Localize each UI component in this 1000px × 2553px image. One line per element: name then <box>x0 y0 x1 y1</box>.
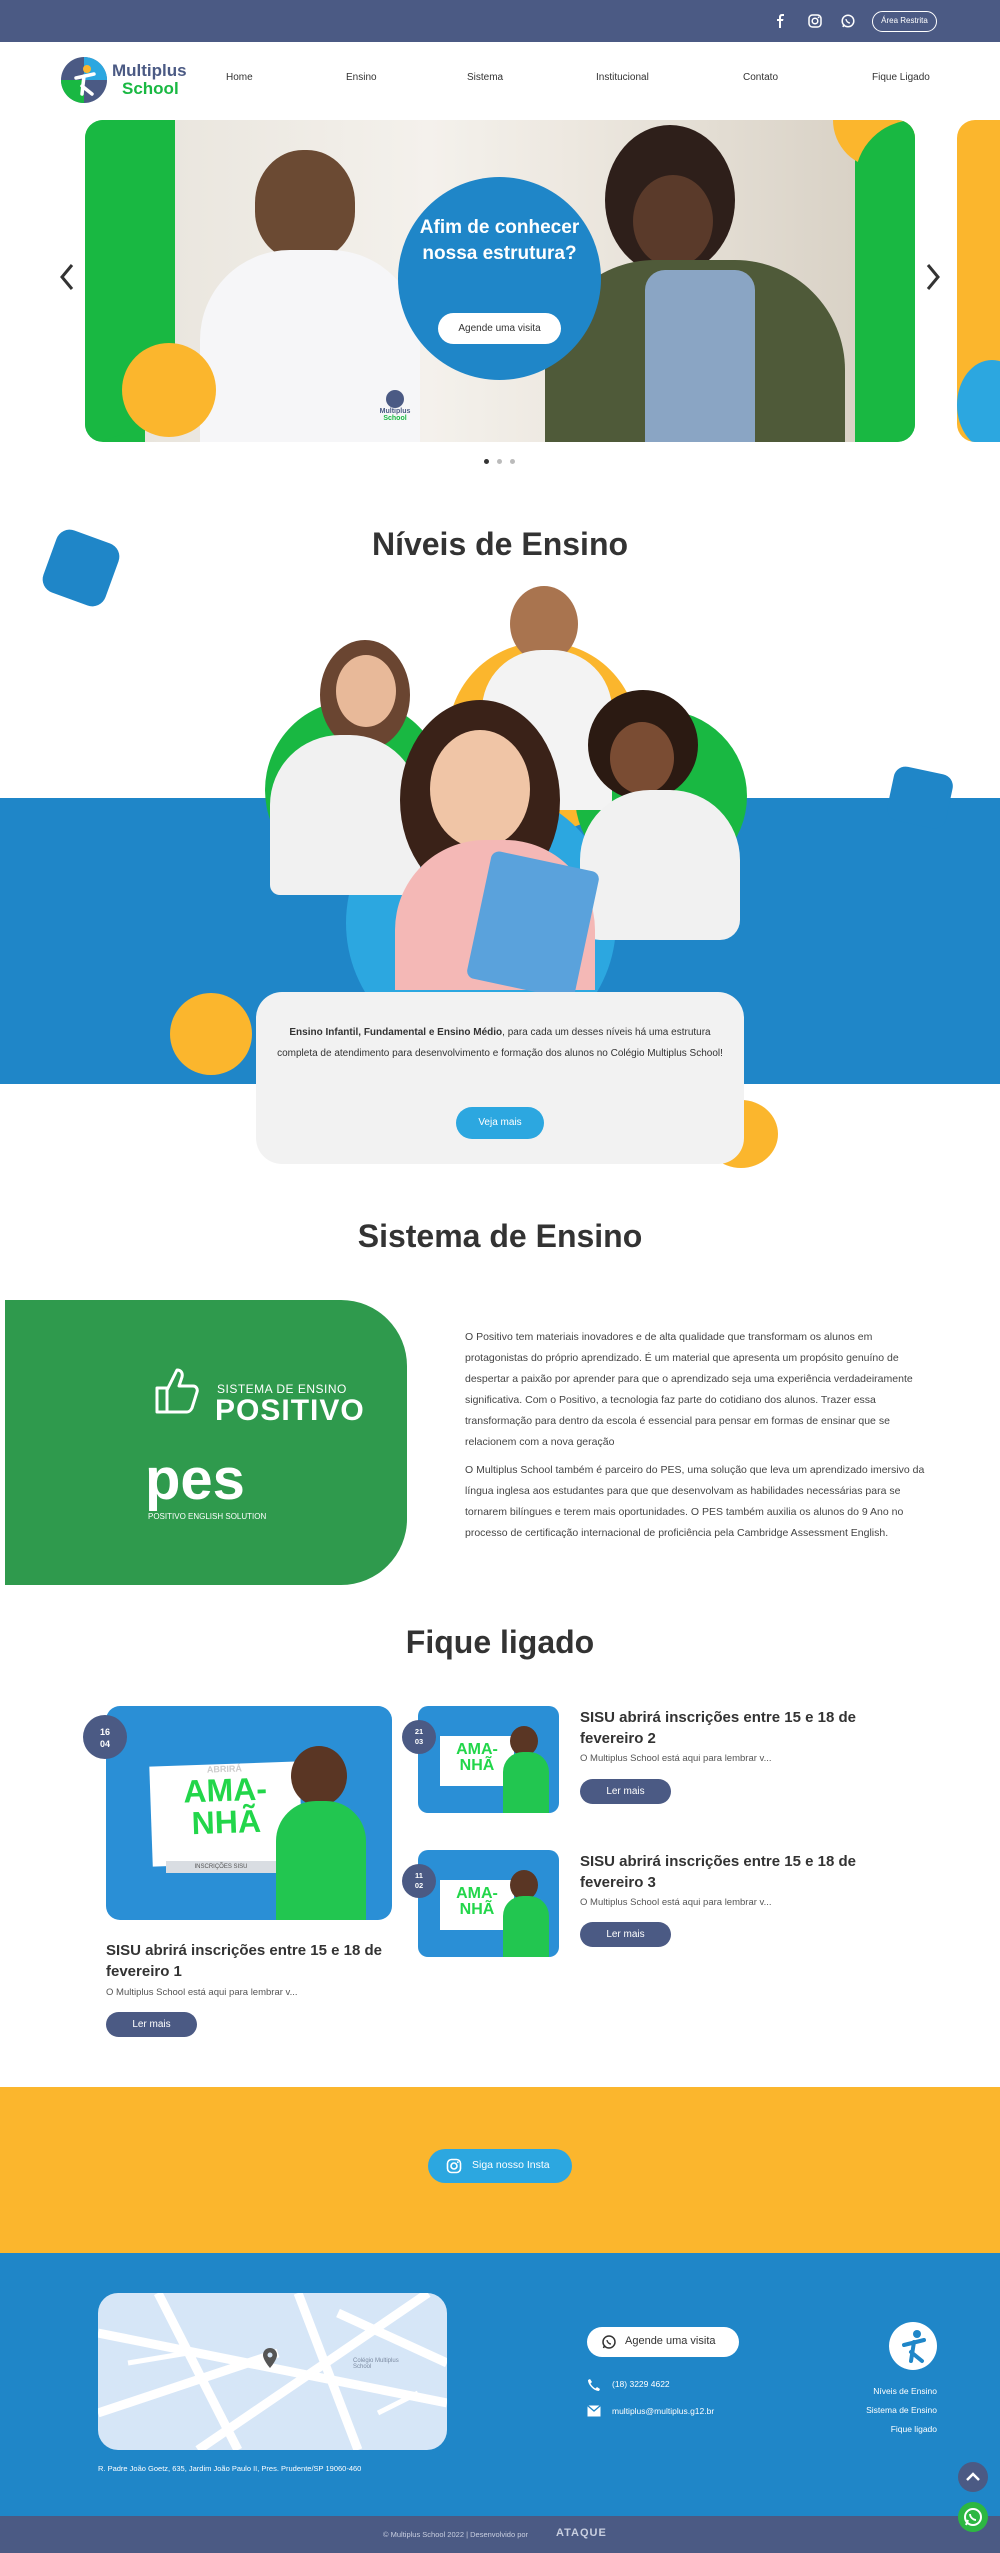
logo-mark-icon <box>61 57 107 103</box>
news-3-title[interactable]: SISU abrirá inscrições entre 15 e 18 de … <box>580 1851 880 1893</box>
thumb-boy-shirt <box>276 1801 366 1920</box>
news-1-date: 16 04 <box>83 1715 127 1759</box>
footer: Colégio Multiplus School R. Padre João G… <box>0 2253 1000 2516</box>
hero-slide: Multiplus School Afim de conhecer nossa … <box>85 120 915 442</box>
footer-link-niveis[interactable]: Níveis de Ensino <box>830 2386 937 2396</box>
decor-yellow-circle-left <box>170 993 252 1075</box>
carousel-dot-3[interactable] <box>510 459 515 464</box>
nav-item-home[interactable]: Home <box>226 72 253 83</box>
footer-phone[interactable]: (18) 3229 4622 <box>612 2379 670 2389</box>
sistema-title: Sistema de Ensino <box>357 1218 643 1254</box>
news-1-image[interactable]: ABRIRÁ AMA- NHÃ INSCRIÇÕES SISU <box>106 1706 392 1920</box>
thumbs-up-icon <box>155 1368 199 1414</box>
whatsapp-icon[interactable] <box>840 13 856 29</box>
fique-title: Fique ligado <box>405 1624 595 1660</box>
footer-logo-icon <box>889 2322 937 2370</box>
news-1-desc: O Multiplus School está aqui para lembra… <box>106 1987 298 1998</box>
brand-name-line1: Multiplus <box>112 61 187 80</box>
nav-item-contato[interactable]: Contato <box>743 72 778 83</box>
map-pin-icon <box>263 2348 277 2373</box>
news-1-title[interactable]: SISU abrirá inscrições entre 15 e 18 de … <box>106 1940 396 1982</box>
phone-icon <box>588 2379 600 2391</box>
carousel-dot-1[interactable] <box>484 459 489 464</box>
positivo-logo-big: POSITIVO <box>215 1394 365 1427</box>
top-bar: Área Restrita <box>0 0 1000 42</box>
chevron-left-icon <box>60 264 74 290</box>
hero-yellow-circle <box>122 343 216 437</box>
carousel-next-button[interactable] <box>924 262 942 292</box>
news-3-read-more[interactable]: Ler mais <box>580 1922 671 1947</box>
news-2-image[interactable]: AMA- NHÃ <box>418 1706 559 1813</box>
nav-item-sistema[interactable]: Sistema <box>467 72 503 83</box>
footer-map[interactable]: Colégio Multiplus School <box>98 2293 447 2450</box>
chevron-right-icon <box>926 264 940 290</box>
nav-item-ensino[interactable]: Ensino <box>346 72 377 83</box>
insta-follow-button[interactable]: Siga nosso Insta <box>428 2149 572 2183</box>
hero-green-right <box>855 120 915 442</box>
news-3-desc: O Multiplus School está aqui para lembra… <box>580 1897 772 1908</box>
niveis-card: Ensino Infantil, Fundamental e Ensino Mé… <box>256 992 744 1164</box>
kid-curly-shirt <box>580 790 740 940</box>
news-2-date: 21 03 <box>402 1720 436 1754</box>
footer-link-sistema[interactable]: Sistema de Ensino <box>830 2405 937 2415</box>
brand-name-line2: School <box>122 79 179 98</box>
niveis-see-more-button[interactable]: Veja mais <box>456 1107 544 1139</box>
whatsapp-icon <box>602 2335 616 2349</box>
news-2-desc: O Multiplus School está aqui para lembra… <box>580 1753 772 1764</box>
mail-icon <box>587 2405 601 2417</box>
insta-band: Siga nosso Insta <box>0 2087 1000 2253</box>
whatsapp-float-button[interactable] <box>958 2502 988 2532</box>
chevron-up-icon <box>966 2472 980 2481</box>
kid-curly-face <box>610 722 674 794</box>
shirt-logo: Multiplus School <box>375 390 415 422</box>
instagram-icon <box>446 2158 462 2174</box>
pes-logo-big: pes <box>145 1447 245 1512</box>
news-3-date: 11 02 <box>402 1864 436 1898</box>
niveis-text: Ensino Infantil, Fundamental e Ensino Mé… <box>277 1027 723 1059</box>
news-3-image[interactable]: AMA- NHÃ <box>418 1850 559 1957</box>
news-2-read-more[interactable]: Ler mais <box>580 1779 671 1804</box>
next-slide-peek <box>957 120 1000 442</box>
footer-address: R. Padre João Goetz, 635, Jardim João Pa… <box>98 2464 362 2473</box>
news-2-title[interactable]: SISU abrirá inscrições entre 15 e 18 de … <box>580 1707 880 1749</box>
pes-logo-small: POSITIVO ENGLISH SOLUTION <box>148 1512 267 1521</box>
nav-item-fique-ligado[interactable]: Fique Ligado <box>872 72 930 83</box>
map-place-label: Colégio Multiplus School <box>353 2358 399 2370</box>
brand-logo[interactable]: Multiplus School <box>60 54 190 106</box>
thumb-boy-head <box>291 1746 347 1806</box>
kid-girl-face <box>336 655 396 727</box>
scroll-top-button[interactable] <box>958 2462 988 2492</box>
developer-logo[interactable]: ATAQUE <box>556 2527 607 2539</box>
news-1-read-more[interactable]: Ler mais <box>106 2012 197 2037</box>
woman-overalls <box>645 270 755 442</box>
copyright-text: © Multiplus School 2022 | Desenvolvido p… <box>383 2530 529 2539</box>
carousel-dot-2[interactable] <box>497 459 502 464</box>
sistema-paragraph-1: O Positivo tem materiais inovadores e de… <box>465 1331 913 1448</box>
carousel-prev-button[interactable] <box>58 262 76 292</box>
nav-item-institucional[interactable]: Institucional <box>596 72 649 83</box>
footer-email[interactable]: multiplus@multiplus.g12.br <box>612 2406 714 2416</box>
footer-visit-button[interactable]: Agende uma visita <box>587 2327 739 2357</box>
hero-cta-circle: Afim de conhecer nossa estrutura? Agende… <box>398 177 601 380</box>
restricted-area-button[interactable]: Área Restrita <box>872 11 937 32</box>
hero-headline: Afim de conhecer nossa estrutura? <box>419 217 580 264</box>
sistema-paragraph-2: O Multiplus School também é parceiro do … <box>465 1464 925 1539</box>
boy-head <box>255 150 355 260</box>
main-nav: Multiplus School Home Ensino Sistema Ins… <box>0 42 1000 118</box>
whatsapp-icon <box>964 2508 982 2526</box>
hero-visit-button[interactable]: Agende uma visita <box>438 313 561 344</box>
instagram-icon[interactable] <box>807 13 823 29</box>
sistema-logo-panel: SISTEMA DE ENSINO POSITIVO pes POSITIVO … <box>5 1300 407 1585</box>
teen-face <box>430 730 530 848</box>
facebook-icon[interactable] <box>773 13 789 29</box>
copyright-bar: © Multiplus School 2022 | Desenvolvido p… <box>0 2516 1000 2553</box>
niveis-title: Níveis de Ensino <box>371 526 629 562</box>
footer-link-fique[interactable]: Fique ligado <box>830 2424 937 2434</box>
woman-face <box>633 175 713 267</box>
kid-girl-shirt <box>270 735 420 895</box>
